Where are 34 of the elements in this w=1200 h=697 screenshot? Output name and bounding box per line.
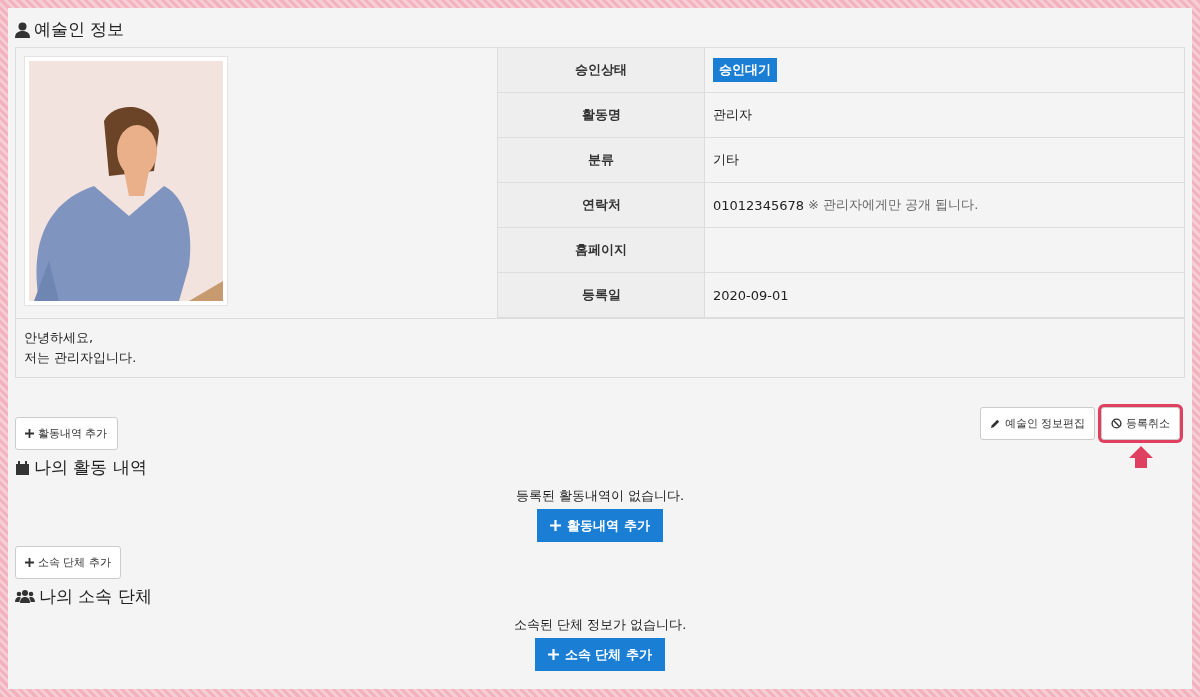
plus-icon — [547, 649, 559, 660]
users-icon — [15, 589, 35, 604]
plus-icon — [550, 520, 562, 531]
action-button[interactable]: 예술인 정보편집 — [979, 407, 1095, 440]
field-value: 2020-09-01 — [713, 287, 789, 303]
add-button[interactable]: 활동내역 추가 — [15, 417, 118, 450]
section-title: 나의 소속 단체 — [39, 585, 152, 608]
field-value: 관리자 — [713, 106, 752, 124]
field-label: 분류 — [498, 138, 705, 183]
section-title: 예술인 정보 — [34, 18, 125, 41]
field-label: 승인상태 — [498, 48, 705, 93]
empty-message: 등록된 활동내역이 없습니다. — [514, 487, 686, 505]
field-value: 01012345678 — [713, 197, 804, 213]
pencil-icon — [989, 418, 1001, 429]
ban-icon — [1111, 418, 1122, 429]
calendar-icon — [15, 459, 30, 476]
section-title: 나의 활동 내역 — [34, 456, 147, 479]
field-label: 등록일 — [498, 273, 705, 318]
field-label: 활동명 — [498, 93, 705, 138]
arrow-up-icon — [1128, 446, 1153, 468]
plus-icon — [25, 558, 34, 567]
add-button[interactable]: 소속 단체 추가 — [534, 638, 666, 671]
field-note: ※ 관리자에게만 공개 됩니다. — [808, 196, 979, 214]
field-label: 홈페이지 — [498, 228, 705, 273]
add-button[interactable]: 소속 단체 추가 — [15, 546, 121, 579]
field-label: 연락처 — [498, 183, 705, 228]
plus-icon — [25, 429, 34, 438]
action-button[interactable]: 등록취소 — [1101, 407, 1180, 440]
empty-message: 소속된 단체 정보가 없습니다. — [512, 616, 688, 634]
status-badge: 승인대기 — [713, 58, 777, 82]
add-button[interactable]: 활동내역 추가 — [537, 509, 663, 542]
user-icon — [15, 21, 30, 38]
intro-text: 안녕하세요, 저는 관리자입니다. — [16, 318, 1184, 377]
field-value: 기타 — [713, 151, 739, 169]
